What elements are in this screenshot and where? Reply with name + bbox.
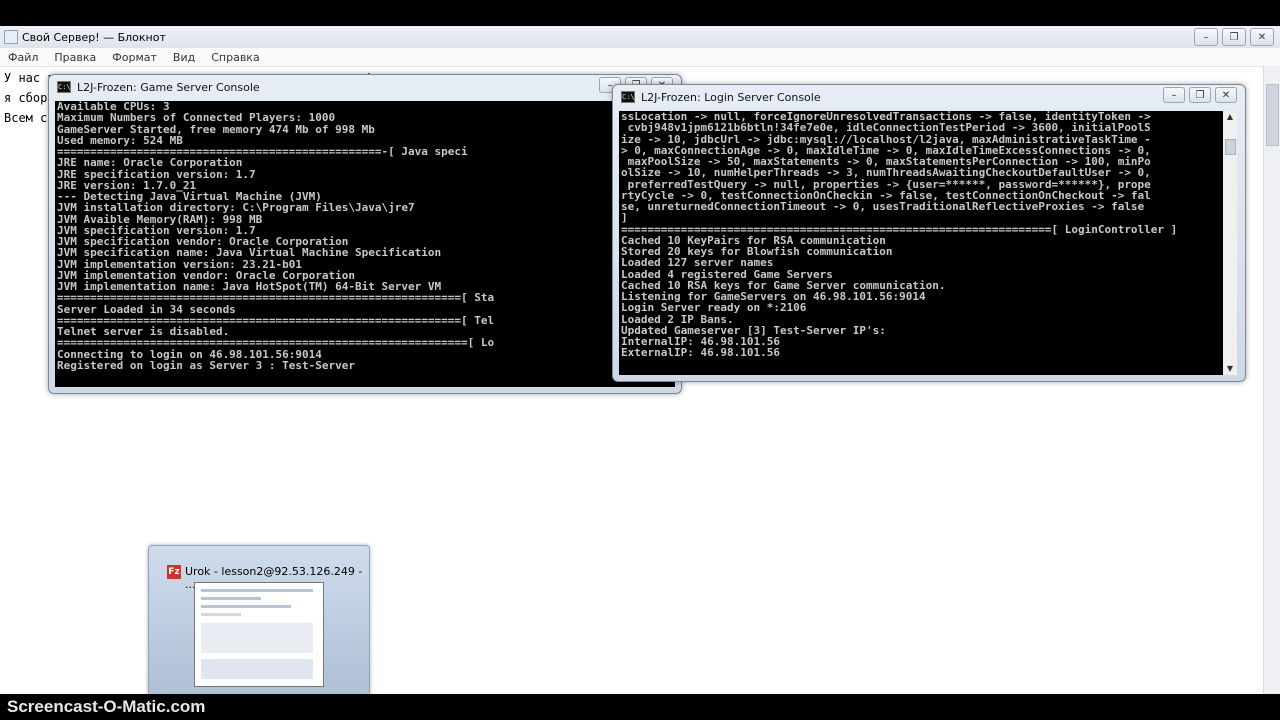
- notepad-title: Свой Сервер! — Блокнот: [22, 30, 166, 44]
- game-console-text: Available CPUs: 3 Maximum Numbers of Con…: [57, 101, 495, 372]
- watermark: Screencast-O-Matic.com: [7, 697, 206, 716]
- close-button[interactable]: ✕: [1215, 87, 1237, 103]
- notepad-scrollbar[interactable]: [1263, 66, 1280, 694]
- menu-file[interactable]: Файл: [0, 51, 46, 64]
- scrollbar-thumb[interactable]: [1266, 84, 1279, 146]
- minimize-button[interactable]: –: [1194, 28, 1218, 46]
- notepad-menubar: Файл Правка Формат Вид Справка: [0, 48, 1280, 67]
- game-console-titlebar[interactable]: C:\ L2J-Frozen: Game Server Console – ❐ …: [49, 75, 681, 99]
- login-console-title: L2J-Frozen: Login Server Console: [641, 90, 821, 104]
- login-console-output[interactable]: ssLocation -> null, forceIgnoreUnresolve…: [619, 111, 1237, 375]
- login-server-console-window[interactable]: C:\ L2J-Frozen: Login Server Console – ❐…: [612, 84, 1246, 382]
- maximize-button[interactable]: ❐: [1222, 28, 1246, 46]
- login-console-window-controls: – ❐ ✕: [1159, 87, 1237, 103]
- notepad-titlebar[interactable]: Свой Сервер! — Блокнот – ❐ ✕: [0, 26, 1280, 49]
- game-console-output[interactable]: Available CPUs: 3 Maximum Numbers of Con…: [55, 101, 675, 387]
- login-console-scrollbar[interactable]: ▲ ▼: [1223, 111, 1237, 375]
- game-console-title: L2J-Frozen: Game Server Console: [77, 80, 260, 94]
- console-icon: C:\: [621, 91, 635, 103]
- scroll-down-arrow-icon[interactable]: ▼: [1223, 363, 1237, 375]
- menu-edit[interactable]: Правка: [46, 51, 104, 64]
- menu-format[interactable]: Формат: [104, 51, 165, 64]
- scrollbar-thumb[interactable]: [1225, 139, 1236, 155]
- notepad-icon: [4, 30, 18, 44]
- preview-thumbnail[interactable]: [194, 582, 324, 687]
- desktop: Свой Сервер! — Блокнот – ❐ ✕ Файл Правка…: [0, 26, 1280, 694]
- recording-bar: Screencast-O-Matic.com: [0, 694, 1280, 720]
- filezilla-icon: Fz: [167, 565, 181, 579]
- menu-help[interactable]: Справка: [203, 51, 267, 64]
- minimize-button[interactable]: –: [1163, 87, 1185, 103]
- console-icon: C:\: [57, 81, 71, 93]
- taskbar-window-preview[interactable]: Fz Urok - lesson2@92.53.126.249 - ...: [148, 545, 370, 694]
- login-console-text: ssLocation -> null, forceIgnoreUnresolve…: [621, 111, 1178, 360]
- login-console-titlebar[interactable]: C:\ L2J-Frozen: Login Server Console – ❐…: [613, 85, 1245, 109]
- notepad-window-controls: – ❐ ✕: [1190, 28, 1274, 46]
- scroll-up-arrow-icon[interactable]: ▲: [1223, 111, 1237, 123]
- menu-view[interactable]: Вид: [165, 51, 203, 64]
- close-button[interactable]: ✕: [1250, 28, 1274, 46]
- maximize-button[interactable]: ❐: [1189, 87, 1211, 103]
- game-server-console-window[interactable]: C:\ L2J-Frozen: Game Server Console – ❐ …: [48, 74, 682, 394]
